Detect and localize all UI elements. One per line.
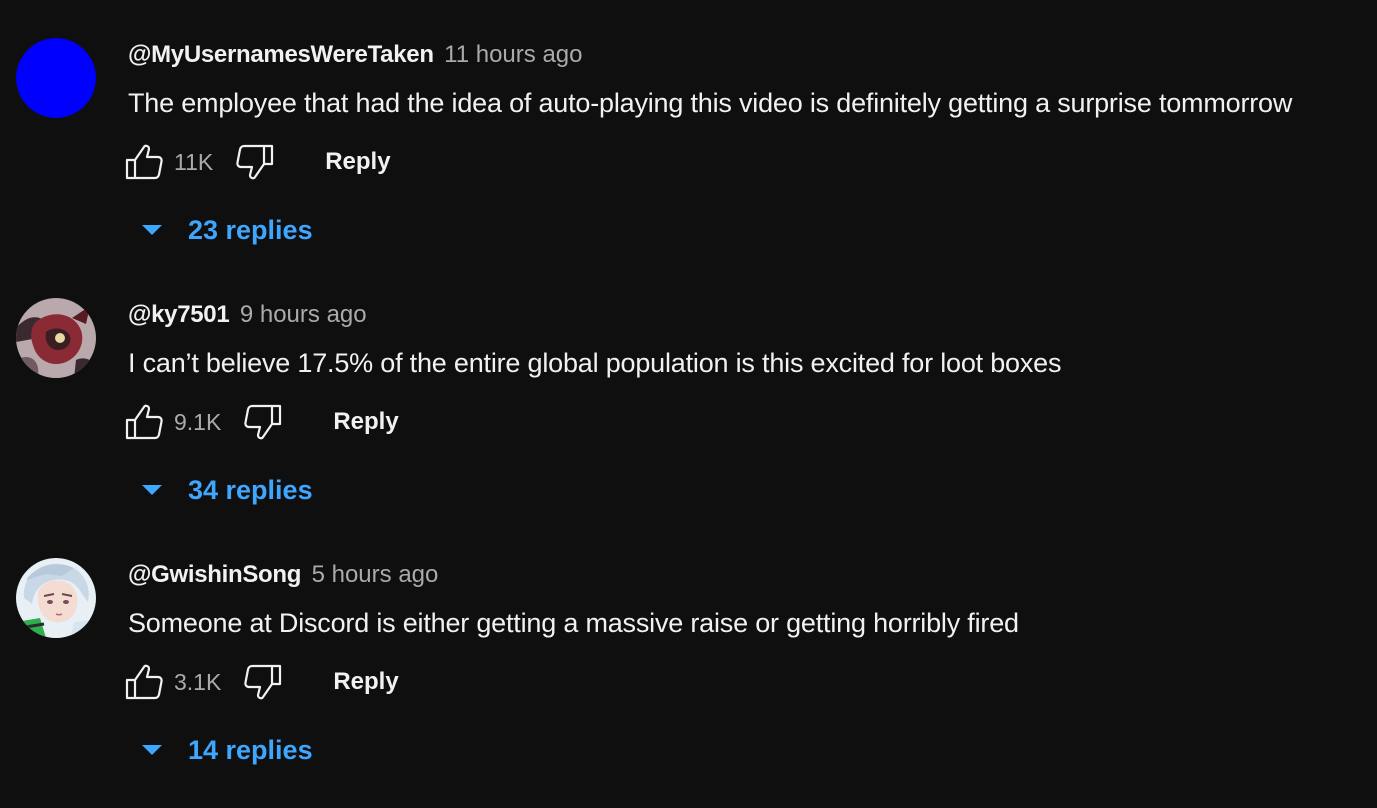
- avatar-image: [16, 38, 96, 118]
- comment-actions: 11K Reply: [124, 142, 391, 182]
- dislike-button[interactable]: [235, 142, 275, 182]
- reply-button[interactable]: Reply: [325, 148, 390, 176]
- reply-button[interactable]: Reply: [333, 668, 398, 696]
- comment-thread: @MyUsernamesWereTaken 11 hours ago The e…: [0, 0, 1377, 260]
- dislike-button[interactable]: [243, 402, 283, 442]
- avatar[interactable]: [16, 558, 96, 638]
- comment-author[interactable]: @GwishinSong: [128, 561, 301, 588]
- view-replies-button[interactable]: 23 replies: [138, 210, 313, 250]
- comment-timestamp[interactable]: 5 hours ago: [312, 561, 439, 588]
- like-count: 11K: [174, 148, 214, 175]
- like-button[interactable]: [124, 662, 164, 702]
- reply-button[interactable]: Reply: [333, 408, 398, 436]
- avatar[interactable]: [16, 298, 96, 378]
- comment-timestamp[interactable]: 11 hours ago: [444, 41, 582, 68]
- thumbs-down-icon: [236, 144, 274, 180]
- replies-count: 23 replies: [188, 214, 313, 245]
- like-button[interactable]: [124, 402, 164, 442]
- like-count: 3.1K: [174, 668, 222, 695]
- comment-thread: @ky7501 9 hours ago I can’t believe 17.5…: [0, 260, 1377, 520]
- view-replies-button[interactable]: 14 replies: [138, 730, 313, 770]
- comments-section: @MyUsernamesWereTaken 11 hours ago The e…: [0, 0, 1377, 808]
- comment-header: @GwishinSong 5 hours ago: [128, 560, 438, 593]
- avatar-image: [16, 558, 96, 638]
- comment-actions: 3.1K Reply: [124, 662, 399, 702]
- comment-text: I can’t believe 17.5% of the entire glob…: [128, 348, 1062, 378]
- view-replies-button[interactable]: 34 replies: [138, 470, 313, 510]
- comment-header: @MyUsernamesWereTaken 11 hours ago: [128, 40, 582, 73]
- thumbs-down-icon: [244, 404, 282, 440]
- avatar[interactable]: [16, 38, 96, 118]
- thumbs-up-icon: [125, 664, 163, 700]
- avatar-image: [16, 298, 96, 378]
- like-count: 9.1K: [174, 408, 222, 435]
- thumbs-up-icon: [125, 404, 163, 440]
- dislike-button[interactable]: [243, 662, 283, 702]
- like-button[interactable]: [124, 142, 164, 182]
- comment-author[interactable]: @ky7501: [128, 301, 230, 328]
- comment-thread: @GwishinSong 5 hours ago Someone at Disc…: [0, 520, 1377, 780]
- thumbs-up-icon: [125, 144, 163, 180]
- caret-down-icon: [138, 736, 166, 764]
- thumbs-down-icon: [244, 664, 282, 700]
- caret-down-icon: [138, 476, 166, 504]
- replies-count: 14 replies: [188, 734, 313, 765]
- comment-author[interactable]: @MyUsernamesWereTaken: [128, 41, 434, 68]
- comment-text: Someone at Discord is either getting a m…: [128, 608, 1019, 638]
- replies-count: 34 replies: [188, 474, 313, 505]
- comment-text: The employee that had the idea of auto-p…: [128, 88, 1293, 118]
- comment-header: @ky7501 9 hours ago: [128, 300, 367, 333]
- comment-timestamp[interactable]: 9 hours ago: [240, 301, 367, 328]
- caret-down-icon: [138, 216, 166, 244]
- comment-actions: 9.1K Reply: [124, 402, 399, 442]
